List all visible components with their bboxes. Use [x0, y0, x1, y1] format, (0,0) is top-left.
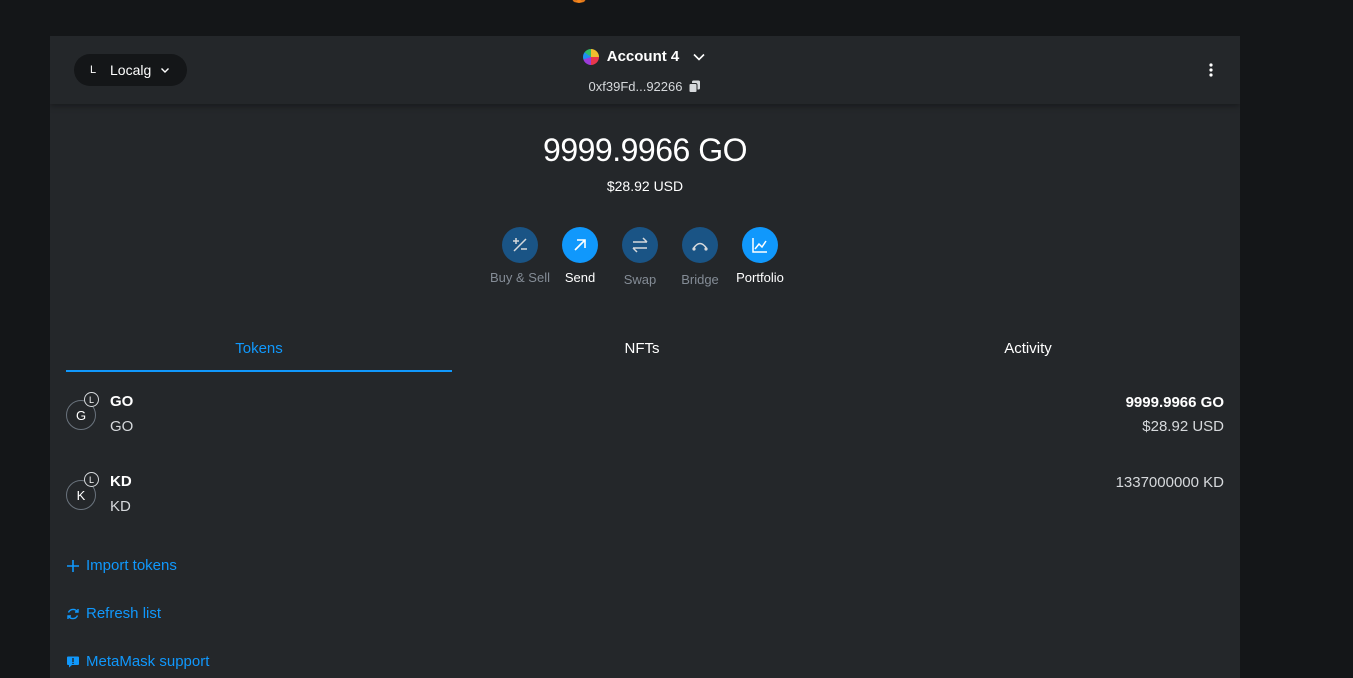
import-tokens-label: Import tokens	[86, 557, 177, 574]
network-badge: L	[84, 472, 99, 487]
token-name: KD	[110, 498, 131, 515]
bridge-icon	[682, 227, 718, 263]
token-symbol: GO	[110, 393, 134, 410]
token-row-go[interactable]: G L GO GO 9999.9966 GO $28.92 USD	[66, 390, 1224, 450]
address-row[interactable]: 0xf39Fd...92266	[50, 79, 1240, 94]
refresh-list-label: Refresh list	[86, 605, 162, 622]
token-name: GO	[110, 418, 134, 435]
chart-icon	[742, 227, 778, 263]
import-tokens-link[interactable]: Import tokens	[66, 557, 177, 574]
metamask-support-label: MetaMask support	[86, 653, 210, 670]
account-selector[interactable]: Account 4	[582, 48, 708, 65]
buy-sell-button[interactable]: Buy & Sell	[490, 227, 550, 285]
buy-sell-icon	[502, 227, 538, 263]
metamask-fox-logo	[572, 0, 586, 3]
network-avatar: L	[89, 64, 97, 76]
app-header: L Localg Account 4 0xf39Fd...92266	[50, 36, 1240, 104]
account-name: Account 4	[606, 48, 680, 65]
kebab-menu-icon[interactable]	[1202, 60, 1220, 80]
token-balance: 1337000000 KD	[1115, 474, 1224, 491]
wallet-panel: L Localg Account 4 0xf39Fd...92266 9999.…	[50, 36, 1240, 678]
swap-label: Swap	[623, 272, 657, 287]
primary-balance: 9999.9966 GO	[543, 132, 747, 168]
chat-support-icon	[66, 655, 80, 669]
chevron-down-icon	[693, 53, 705, 61]
network-badge: L	[84, 392, 99, 407]
tab-activity[interactable]: Activity	[835, 332, 1221, 370]
wallet-actions: Buy & Sell Send Swap Bridge Portfolio	[490, 227, 800, 297]
token-balance: 9999.9966 GO	[1125, 394, 1224, 411]
portfolio-button[interactable]: Portfolio	[730, 227, 790, 285]
refresh-icon	[66, 607, 80, 621]
tab-tokens[interactable]: Tokens	[66, 332, 452, 372]
chevron-down-icon	[161, 68, 170, 73]
account-row: Account 4	[50, 48, 1240, 65]
tab-nfts[interactable]: NFTs	[449, 332, 835, 370]
bridge-button[interactable]: Bridge	[670, 227, 730, 287]
asset-tabs: Tokens NFTs Activity	[66, 332, 1224, 372]
swap-button[interactable]: Swap	[610, 227, 670, 287]
metamask-support-link[interactable]: MetaMask support	[66, 653, 209, 670]
send-arrow-icon	[562, 227, 598, 263]
plus-icon	[66, 559, 80, 573]
token-fiat-value: $28.92 USD	[1142, 418, 1224, 435]
account-avatar	[582, 48, 599, 65]
token-row-kd[interactable]: K L KD KD 1337000000 KD	[66, 470, 1224, 530]
buy-sell-label: Buy & Sell	[490, 270, 550, 285]
bridge-label: Bridge	[681, 272, 719, 287]
portfolio-label: Portfolio	[736, 270, 784, 285]
send-label: Send	[564, 270, 596, 285]
token-symbol: KD	[110, 473, 132, 490]
send-button[interactable]: Send	[550, 227, 610, 285]
fiat-balance: $28.92 USD	[606, 178, 684, 194]
account-address: 0xf39Fd...92266	[588, 79, 683, 94]
swap-icon	[622, 227, 658, 263]
copy-icon[interactable]	[688, 80, 701, 93]
refresh-list-link[interactable]: Refresh list	[66, 605, 161, 622]
